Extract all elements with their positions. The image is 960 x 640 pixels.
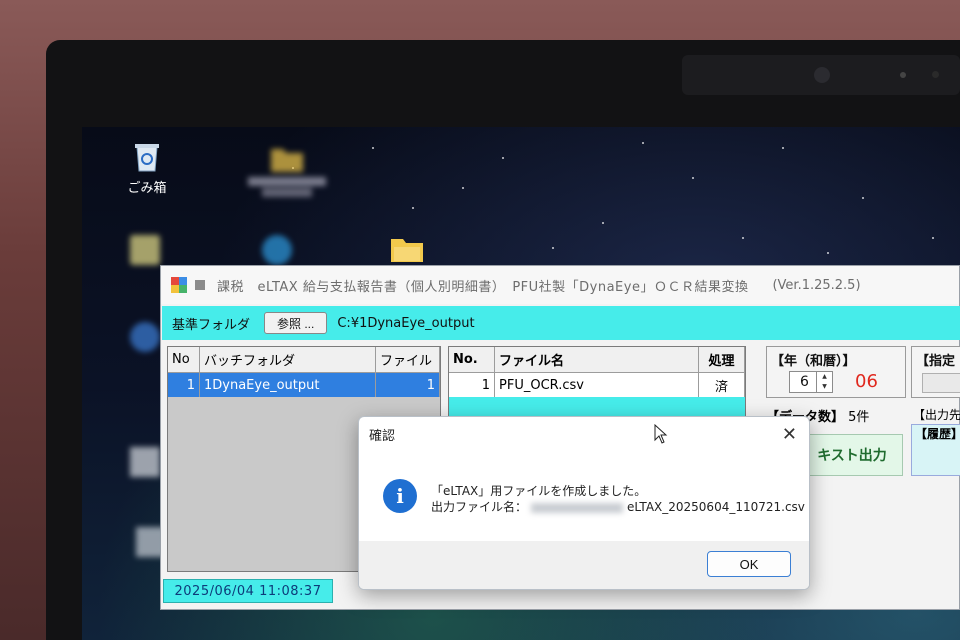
base-folder-path: C:¥1DynaEye_output xyxy=(337,315,475,331)
batch-row-no: 1 xyxy=(168,373,200,397)
stepper-down-icon[interactable]: ▼ xyxy=(817,382,832,392)
dialog-title: 確認 xyxy=(369,428,396,444)
cursor-icon xyxy=(654,424,668,444)
app-version: (Ver.1.25.2.5) xyxy=(772,277,861,293)
folder-shortcut[interactable] xyxy=(372,235,442,267)
batch-row-files: 1 xyxy=(376,373,440,397)
year-panel: 【年（和暦）】 6 ▲ ▼ 06 xyxy=(766,346,906,398)
folder-icon xyxy=(271,149,303,172)
file-table[interactable]: No. ファイル名 処理 1 PFU_OCR.csv 済 xyxy=(448,346,746,418)
folder-icon-2 xyxy=(391,239,423,262)
app-title: 課税 eLTAX 給与支払報告書（個人別明細書） PFU社製「DynaEye」Ｏ… xyxy=(217,279,749,295)
output-dest-label: 【出力先 xyxy=(913,408,960,422)
designation-label: 【指定 xyxy=(916,354,956,369)
text-output-button[interactable]: キスト出力 xyxy=(801,434,903,476)
year-display: 06 xyxy=(855,371,878,392)
dialog-message: 「eLTAX」用ファイルを作成しました。 出力ファイル名： eLTAX_20250… xyxy=(431,483,805,515)
year-stepper-value: 6 xyxy=(800,374,809,390)
dialog-message-line1: 「eLTAX」用ファイルを作成しました。 xyxy=(431,484,647,498)
recycle-bin-shortcut[interactable]: ごみ箱 xyxy=(112,141,182,196)
blurred-folder-shortcut[interactable] xyxy=(242,145,332,199)
year-stepper[interactable]: 6 ▲ ▼ xyxy=(789,371,833,393)
info-icon: i xyxy=(383,479,417,513)
file-row-no: 1 xyxy=(449,373,495,397)
blurred-app-shortcut[interactable] xyxy=(110,235,180,265)
app-titlebar: 課税 eLTAX 給与支払報告書（個人別明細書） PFU社製「DynaEye」Ｏ… xyxy=(161,266,959,304)
data-count-value: 5件 xyxy=(848,410,870,425)
file-row-name: PFU_OCR.csv xyxy=(495,373,699,397)
base-folder-label: 基準フォルダ xyxy=(172,317,251,333)
file-col-status: 処理 xyxy=(699,347,745,372)
file-row-status: 済 xyxy=(699,373,745,397)
batch-col-no: No xyxy=(168,347,200,372)
file-table-header: No. ファイル名 処理 xyxy=(449,347,745,373)
webcam-lens-icon xyxy=(814,67,830,83)
batch-col-files: ファイル xyxy=(376,347,440,372)
table-row[interactable]: 1 PFU_OCR.csv 済 xyxy=(449,373,745,397)
blurred-browser-shortcut[interactable] xyxy=(242,235,312,265)
batch-row-folder: 1DynaEye_output xyxy=(200,373,376,397)
batch-table-header: No バッチフォルダ ファイル xyxy=(168,347,440,373)
recycle-bin-label: ごみ箱 xyxy=(127,181,167,196)
output-file-name: eLTAX_20250604_110721.csv xyxy=(627,500,805,514)
year-stepper-buttons[interactable]: ▲ ▼ xyxy=(816,372,832,392)
base-folder-bar: 基準フォルダ 参照 ... C:¥1DynaEye_output xyxy=(162,306,960,340)
file-table-filler xyxy=(449,397,745,417)
year-label: 【年（和暦）】 xyxy=(771,354,856,369)
app-logo-icon xyxy=(171,277,187,293)
recycle-bin-icon xyxy=(135,144,159,172)
sensor-icon-2 xyxy=(932,71,939,78)
ok-button[interactable]: OK xyxy=(707,551,791,577)
history-label: 【履歴】 xyxy=(915,427,960,441)
close-icon[interactable]: ✕ xyxy=(782,424,797,445)
webcam-strip xyxy=(682,55,960,95)
sensor-icon xyxy=(900,72,906,78)
dialog-footer: OK xyxy=(359,541,809,589)
confirm-dialog: 確認 ✕ i 「eLTAX」用ファイルを作成しました。 出力ファイル名： eLTA… xyxy=(358,416,810,590)
dialog-message-line2: 出力ファイル名： eLTAX_20250604_110721.csv xyxy=(431,499,805,515)
designation-panel: 【指定 xyxy=(911,346,960,398)
batch-col-folder: バッチフォルダ xyxy=(200,347,376,372)
file-col-name: ファイル名 xyxy=(495,347,699,372)
file-col-no: No. xyxy=(449,347,495,372)
window-menu-icon[interactable] xyxy=(195,280,205,290)
browse-button[interactable]: 参照 ... xyxy=(264,312,328,334)
status-timestamp: 2025/06/04 11:08:37 xyxy=(163,579,333,603)
designation-button[interactable] xyxy=(922,373,960,393)
stepper-up-icon[interactable]: ▲ xyxy=(817,372,832,382)
history-panel: 【履歴】 xyxy=(911,424,960,476)
table-row[interactable]: 1 1DynaEye_output 1 xyxy=(168,373,440,397)
blurred-path xyxy=(531,502,624,513)
output-file-label: 出力ファイル名： xyxy=(431,500,528,514)
